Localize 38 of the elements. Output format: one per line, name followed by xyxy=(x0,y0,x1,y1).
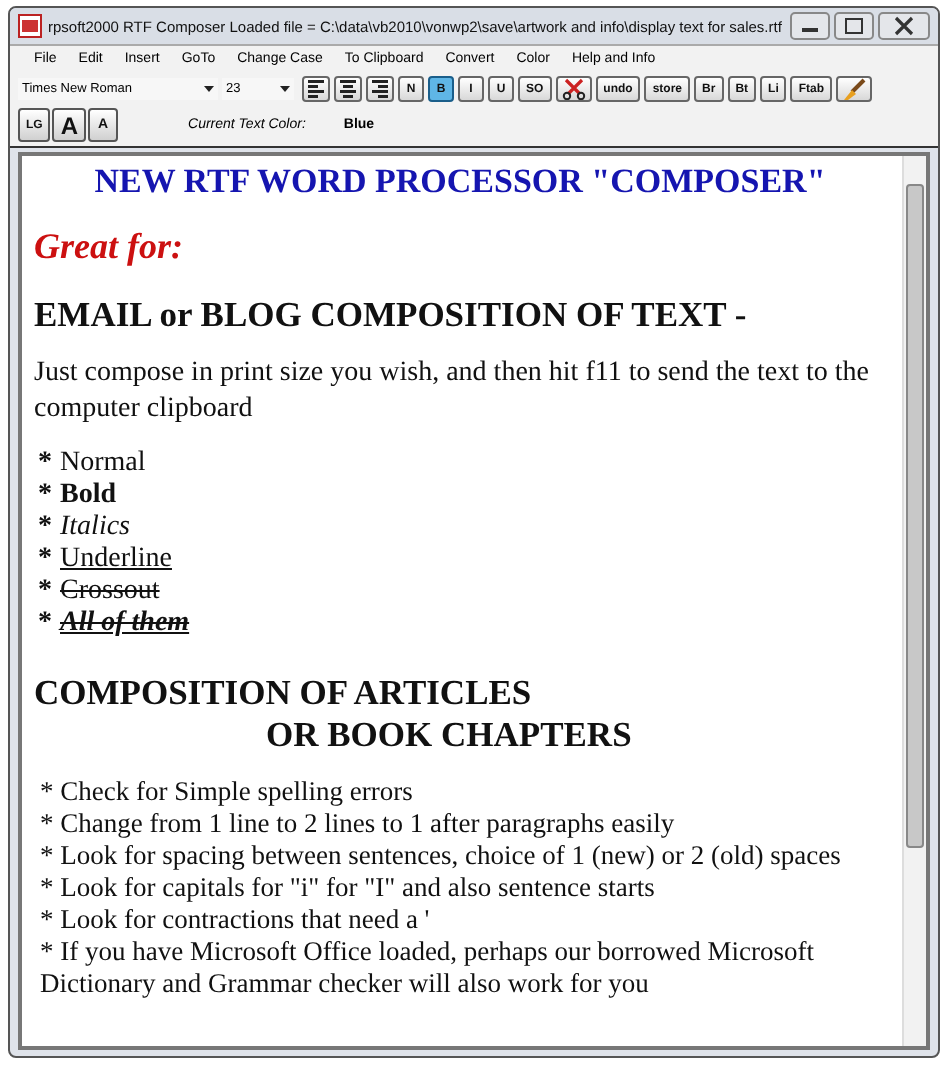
bullet-mark: * xyxy=(38,544,52,576)
caret-icon xyxy=(204,86,214,92)
cut-button[interactable] xyxy=(555,76,592,102)
list-item-text: * Look for capitals for "i" for "I" and also sentence starts xyxy=(38,872,657,904)
list-item-text: Bold xyxy=(60,480,117,512)
document-title: NEW RTF WORD PROCESSOR "COMPOSER" xyxy=(92,162,828,202)
size-button[interactable]: A xyxy=(52,108,87,142)
heading-text: OR BOOK CHAPTERS xyxy=(266,714,634,756)
subtitle-text: Great for: xyxy=(34,226,185,268)
bullet-mark: * xyxy=(38,512,52,544)
list-item-text: Underline xyxy=(60,544,172,576)
close-icon[interactable] xyxy=(878,12,930,40)
list-item-text: Normal xyxy=(60,448,146,480)
minimize-icon[interactable] xyxy=(790,12,830,40)
align-center-button[interactable] xyxy=(334,76,362,102)
align-left-button[interactable] xyxy=(302,76,330,102)
bullet-mark: * xyxy=(38,480,52,512)
maximize-icon[interactable] xyxy=(834,12,874,40)
list-item-text: Crossout xyxy=(60,576,160,608)
heading-text: EMAIL or BLOG COMPOSITION OF TEXT - xyxy=(34,294,749,336)
editor-area[interactable] xyxy=(18,152,930,1050)
bullet-mark: * xyxy=(38,576,52,608)
list-item-text: * If you have Microsoft Office loaded, perhaps our borrowed Microsoft Dictionary and Grammar checker will also work for you xyxy=(38,936,817,1000)
app-icon xyxy=(18,14,42,38)
list-item-text: Italics xyxy=(60,512,130,544)
list-item-text: All of them xyxy=(60,608,190,640)
caret-icon xyxy=(280,86,290,92)
paragraph-text: Just compose in print size you wish, and then hit f11 to send the text to the computer clipboard xyxy=(34,356,871,428)
bullet-mark: * xyxy=(38,608,52,640)
brush-button[interactable] xyxy=(836,76,873,102)
heading-text: COMPOSITION OF ARTICLES xyxy=(34,672,534,714)
bullet-mark: * xyxy=(38,448,52,480)
scrollbar[interactable] xyxy=(902,156,926,1046)
list-item-text: * Look for spacing between sentences, choice of 1 (new) or 2 (old) spaces xyxy=(38,840,843,872)
list-item-text: * Change from 1 line to 2 lines to 1 after paragraphs easily xyxy=(38,808,677,840)
list-item-text: * Look for contractions that need a ' xyxy=(38,904,432,936)
list-item-text: * Check for Simple spelling errors xyxy=(38,776,415,808)
align-right-button[interactable] xyxy=(366,76,394,102)
